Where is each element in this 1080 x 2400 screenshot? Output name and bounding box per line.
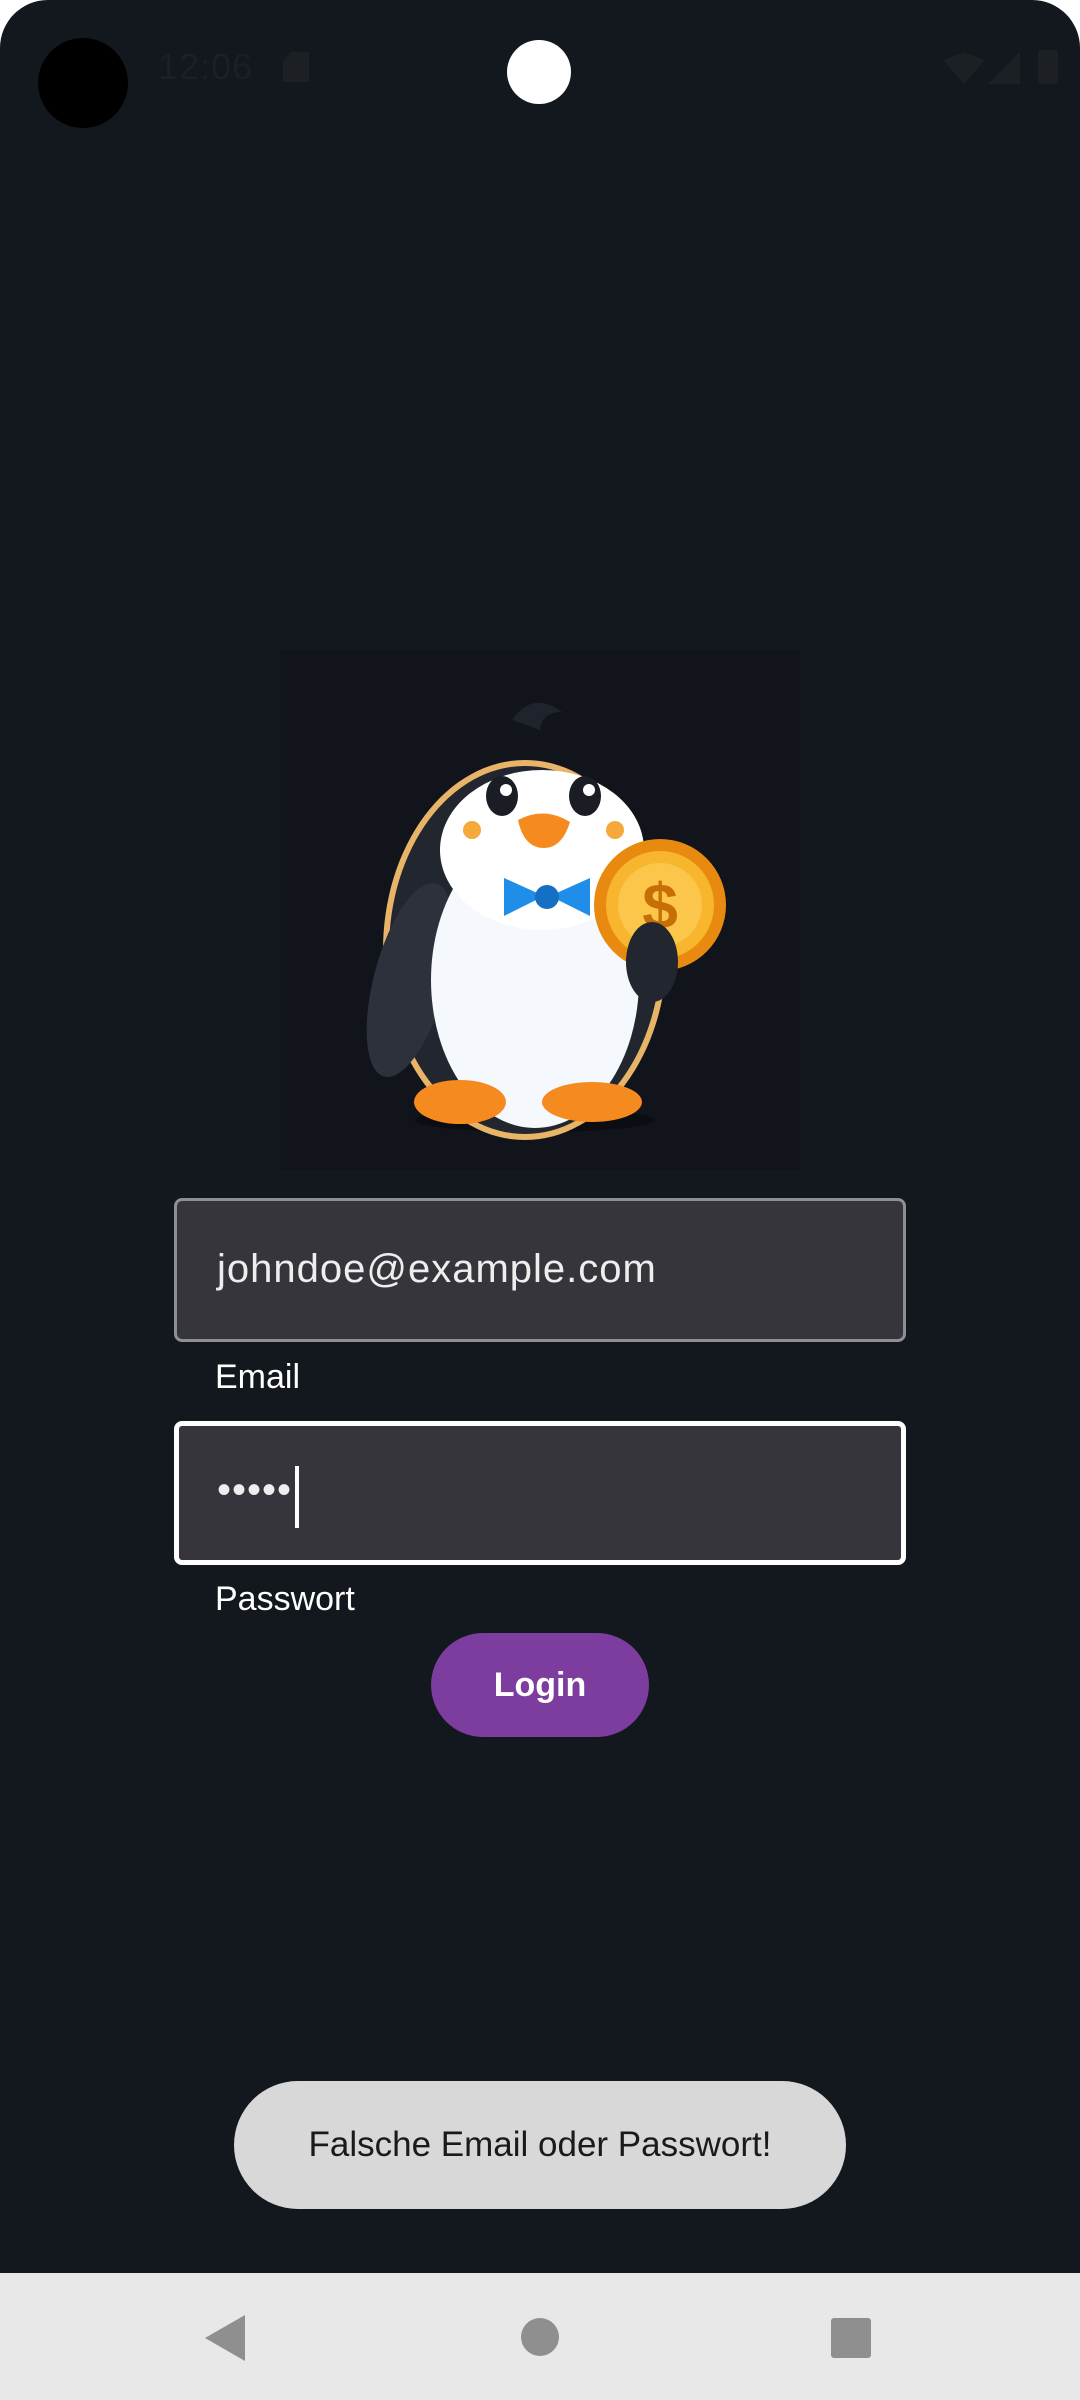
app-screen: 12:06 $ johndoe@example.com Email ••••• … — [0, 0, 1080, 2400]
recents-icon[interactable] — [831, 2318, 871, 2358]
penguin-with-dollar-coin-icon: $ — [366, 702, 726, 1140]
sd-card-icon — [283, 52, 309, 82]
email-input-value: johndoe@example.com — [217, 1247, 657, 1291]
wifi-icon — [943, 52, 985, 84]
password-field[interactable]: ••••• — [174, 1421, 906, 1565]
error-toast: Falsche Email oder Passwort! — [234, 2081, 846, 2209]
signal-icon — [988, 52, 1020, 84]
back-icon[interactable] — [205, 2315, 245, 2361]
home-icon[interactable] — [521, 2318, 559, 2356]
text-cursor — [295, 1466, 299, 1528]
status-time: 12:06 — [158, 46, 254, 87]
navigation-bar — [0, 2273, 1080, 2400]
battery-icon — [1038, 50, 1058, 84]
camera-hole — [38, 38, 128, 128]
email-field[interactable]: johndoe@example.com — [174, 1198, 906, 1342]
login-button[interactable]: Login — [431, 1633, 649, 1737]
app-logo: $ — [280, 650, 800, 1170]
email-label: Email — [215, 1358, 301, 1396]
password-input-value: ••••• — [217, 1468, 293, 1512]
status-bar: 12:06 — [0, 0, 1080, 140]
front-camera-dot — [507, 40, 571, 104]
password-label: Passwort — [215, 1580, 355, 1618]
